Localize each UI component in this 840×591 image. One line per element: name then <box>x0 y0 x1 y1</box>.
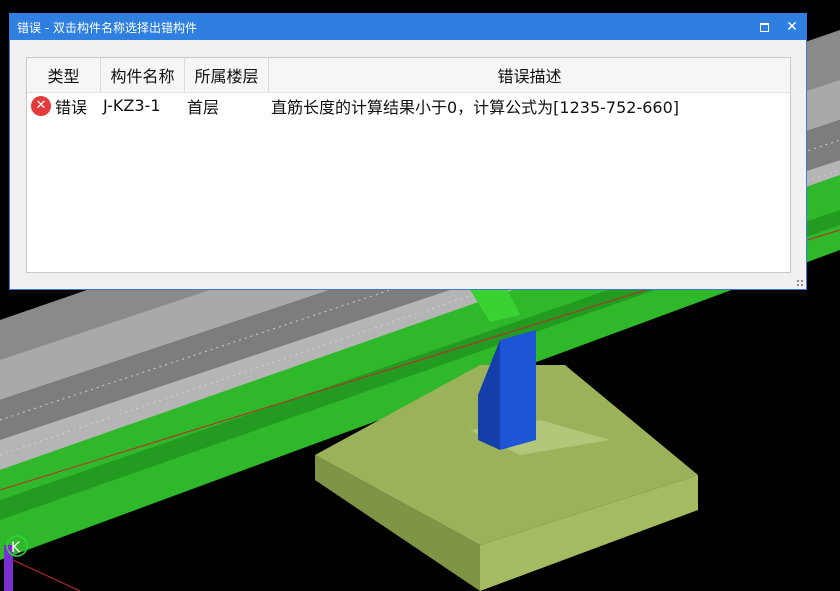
maximize-icon <box>759 22 769 32</box>
header-floor[interactable]: 所属楼层 <box>185 58 269 92</box>
cell-description[interactable]: 直筋长度的计算结果小于0，计算公式为[1235-752-660] <box>269 93 790 118</box>
cell-type[interactable]: ✕ 错误 <box>27 93 101 118</box>
cell-floor[interactable]: 首层 <box>185 93 269 118</box>
resize-grip[interactable] <box>796 279 804 287</box>
header-type[interactable]: 类型 <box>27 58 101 92</box>
error-icon: ✕ <box>31 95 51 116</box>
close-button[interactable]: ✕ <box>778 14 806 40</box>
cell-name[interactable]: J-KZ3-1 <box>101 93 185 118</box>
cell-type-label: 错误 <box>55 97 88 117</box>
column-front <box>500 330 536 450</box>
header-name[interactable]: 构件名称 <box>101 58 185 92</box>
table-row[interactable]: ✕ 错误 J-KZ3-1 首层 直筋长度的计算结果小于0，计算公式为[1235-… <box>27 93 790 118</box>
maximize-button[interactable] <box>750 14 778 40</box>
axis-label: K <box>11 540 21 556</box>
close-icon: ✕ <box>786 19 798 35</box>
error-table[interactable]: 类型 构件名称 所属楼层 错误描述 ✕ 错误 J-KZ3-1 首层 直筋长度的计… <box>26 57 791 273</box>
dialog-title: 错误 - 双击构件名称选择出错构件 <box>17 20 197 35</box>
dialog-titlebar[interactable]: 错误 - 双击构件名称选择出错构件 ✕ <box>10 14 806 40</box>
error-dialog[interactable]: 错误 - 双击构件名称选择出错构件 ✕ 类型 构件名称 所属楼层 错误描述 ✕ … <box>9 13 807 290</box>
header-description[interactable]: 错误描述 <box>269 58 790 92</box>
table-header: 类型 构件名称 所属楼层 错误描述 <box>27 58 790 93</box>
